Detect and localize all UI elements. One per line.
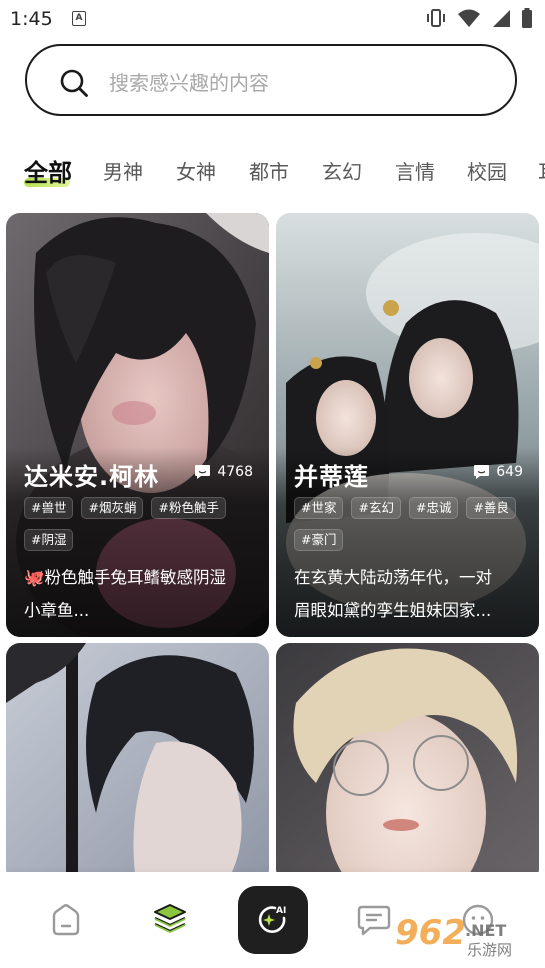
tab-campus[interactable]: 校园 <box>467 156 507 185</box>
chat-count: 4768 <box>194 464 253 480</box>
tab-romance[interactable]: 言情 <box>395 156 435 185</box>
tag: #忠诚 <box>408 497 459 519</box>
character-name: 并蒂莲 <box>294 463 369 491</box>
character-card[interactable]: 并蒂莲 649 #世家 #玄幻 #忠诚 #善良 #豪门 在玄黄大陆动荡年代，一对… <box>276 213 539 637</box>
tab-urban[interactable]: 都市 <box>249 156 289 185</box>
nav-discover[interactable] <box>150 900 190 940</box>
ai-label: AI <box>276 906 286 916</box>
bottom-nav: AI 962 .NET 乐游网 <box>0 872 545 968</box>
tag: #善良 <box>466 497 516 519</box>
tag: #兽世 <box>24 497 74 519</box>
character-card[interactable] <box>276 643 539 883</box>
tag-row: #世家 #玄幻 #忠诚 #善良 <box>294 497 531 519</box>
nav-messages[interactable] <box>354 900 394 940</box>
tab-female-god[interactable]: 女神 <box>176 156 216 185</box>
tag-row: #豪门 <box>294 529 531 551</box>
tag: #玄幻 <box>351 497 401 519</box>
ai-create-icon: AI <box>258 906 286 933</box>
layers-icon <box>154 904 186 933</box>
home-icon <box>52 904 80 936</box>
character-card[interactable]: 达米安.柯林 4768 #兽世 #烟灰蛸 #粉色触手 #阴湿 🐙粉色触手兔耳鳍敏… <box>6 213 269 637</box>
card-image <box>276 643 539 883</box>
signal-icon <box>493 10 510 27</box>
battery-icon <box>522 8 532 28</box>
tab-more[interactable]: 耳 <box>538 156 545 185</box>
status-icons <box>425 8 533 28</box>
chat-count-value: 649 <box>496 464 523 480</box>
search-input[interactable]: 搜索感兴趣的内容 <box>25 44 517 116</box>
tag: #烟灰蛸 <box>81 497 144 519</box>
tag: #豪门 <box>294 529 344 551</box>
tag: #世家 <box>294 497 344 519</box>
character-description: 🐙粉色触手兔耳鳍敏感阴湿 小章鱼... <box>24 561 255 627</box>
vibrate-icon <box>427 9 445 27</box>
watermark-logo: 962 .NET 乐游网 <box>395 913 512 959</box>
card-image <box>6 643 269 883</box>
ai-create-button[interactable]: AI <box>238 886 308 954</box>
description-line: 小章鱼... <box>24 601 90 620</box>
tag: #粉色触手 <box>151 497 226 519</box>
tag: #阴湿 <box>24 529 74 551</box>
description-line: 眉眼如黛的孪生姐妹因家... <box>294 601 492 620</box>
description-line: 🐙粉色触手兔耳鳍敏感阴湿 <box>24 568 227 587</box>
chat-icon <box>195 465 211 479</box>
chat-count-value: 4768 <box>217 464 253 480</box>
tag-row: #兽世 #烟灰蛸 #粉色触手 <box>24 497 261 519</box>
search-icon <box>60 69 88 97</box>
notification-icon: A <box>72 11 86 26</box>
search-placeholder: 搜索感兴趣的内容 <box>109 71 269 95</box>
nav-home[interactable] <box>46 900 86 940</box>
status-bar: 1:45 A <box>0 0 545 38</box>
status-time: 1:45 <box>10 8 53 30</box>
category-tabs: 全部 男神 女神 都市 玄幻 言情 校园 耳 <box>0 148 545 194</box>
description-line: 在玄黄大陆动荡年代，一对 <box>294 568 492 587</box>
chat-icon <box>474 465 490 479</box>
message-icon <box>357 905 391 936</box>
character-card[interactable] <box>6 643 269 883</box>
tab-male-god[interactable]: 男神 <box>103 156 143 185</box>
character-name: 达米安.柯林 <box>24 463 160 491</box>
tab-fantasy[interactable]: 玄幻 <box>322 156 362 185</box>
watermark-subtitle: 乐游网 <box>467 941 512 959</box>
chat-count: 649 <box>473 464 523 480</box>
tab-all[interactable]: 全部 <box>24 153 72 188</box>
character-description: 在玄黄大陆动荡年代，一对 眉眼如黛的孪生姐妹因家... <box>294 561 525 627</box>
watermark-brand: 962 <box>395 913 466 953</box>
wifi-icon <box>458 9 480 27</box>
tag-row: #阴湿 <box>24 529 261 551</box>
watermark-suffix: .NET <box>465 921 506 940</box>
